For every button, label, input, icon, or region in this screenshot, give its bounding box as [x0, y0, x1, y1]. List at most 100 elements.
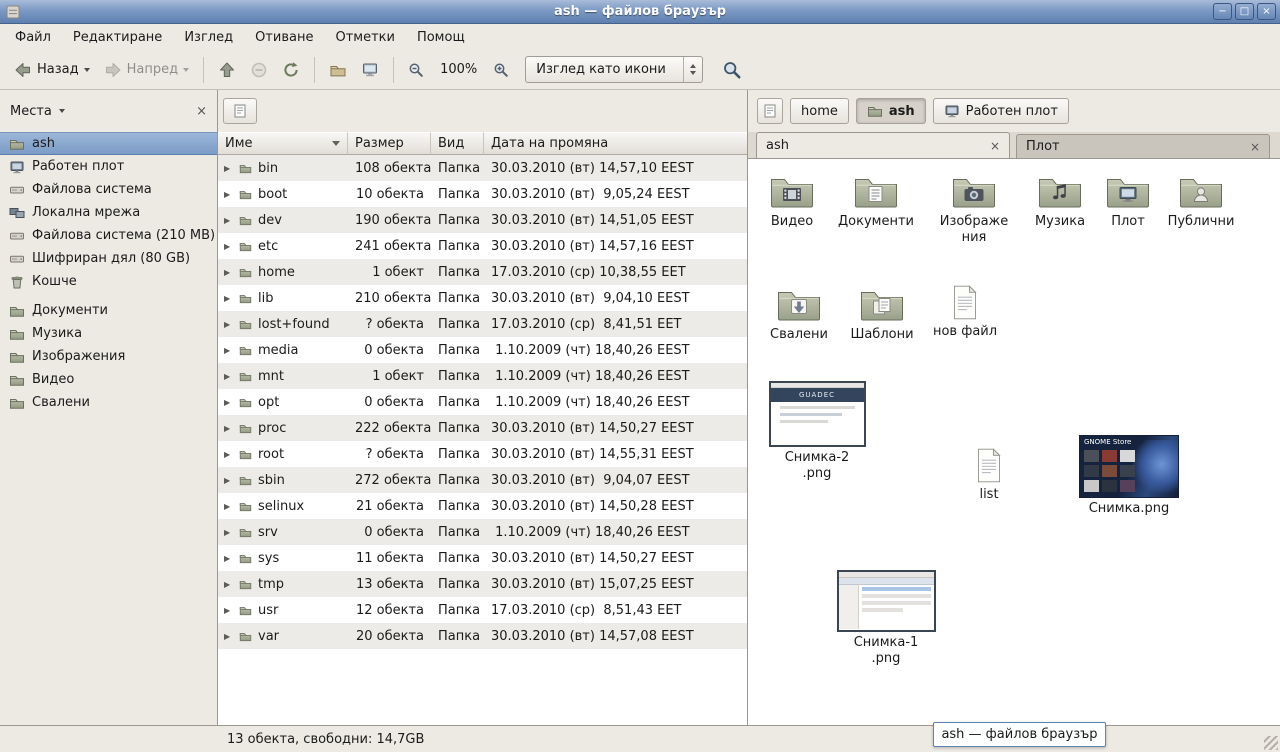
column-header-type[interactable]: Вид — [431, 132, 484, 155]
table-row[interactable]: ▶ mnt 1 обект Папка 1.10.2009 (чт) 18,40… — [218, 363, 747, 389]
view-mode-select[interactable]: Изглед като икони — [525, 56, 703, 83]
table-row[interactable]: ▶ bin 108 обекта Папка 30.03.2010 (вт) 1… — [218, 155, 747, 181]
expander-icon[interactable]: ▶ — [224, 398, 233, 407]
table-row[interactable]: ▶ usr 12 обекта Папка 17.03.2010 (ср) 8,… — [218, 597, 747, 623]
tab-plot[interactable]: Плот × — [1016, 134, 1270, 158]
close-tab-icon[interactable]: × — [1250, 140, 1260, 154]
breadcrumb-desktop[interactable]: Работен плот — [933, 98, 1069, 124]
column-header-date[interactable]: Дата на промяна — [484, 132, 747, 155]
sidebar-item[interactable]: Свалени — [0, 391, 217, 414]
resize-grip[interactable] — [1264, 736, 1278, 750]
expander-icon[interactable]: ▶ — [224, 320, 233, 329]
table-row[interactable]: ▶ dev 190 обекта Папка 30.03.2010 (вт) 1… — [218, 207, 747, 233]
location-toggle-button[interactable] — [223, 98, 257, 124]
table-row[interactable]: ▶ srv 0 обекта Папка 1.10.2009 (чт) 18,4… — [218, 519, 747, 545]
menu-bookmarks[interactable]: Отметки — [324, 27, 405, 48]
expander-icon[interactable]: ▶ — [224, 216, 233, 225]
up-button[interactable] — [212, 57, 242, 83]
stop-button[interactable] — [244, 57, 274, 83]
expander-icon[interactable]: ▶ — [224, 346, 233, 355]
tab-ash[interactable]: ash × — [756, 132, 1010, 158]
sidebar-item[interactable]: Изображения — [0, 345, 217, 368]
close-sidebar-button[interactable]: × — [196, 104, 207, 119]
menu-file[interactable]: Файл — [4, 27, 62, 48]
table-row[interactable]: ▶ tmp 13 обекта Папка 30.03.2010 (вт) 15… — [218, 571, 747, 597]
table-row[interactable]: ▶ lost+found ? обекта Папка 17.03.2010 (… — [218, 311, 747, 337]
back-history-dropdown-icon[interactable] — [84, 68, 90, 72]
icon-item-list[interactable]: list — [947, 447, 1031, 503]
table-row[interactable]: ▶ home 1 обект Папка 17.03.2010 (ср) 10,… — [218, 259, 747, 285]
sidebar-item[interactable]: ash — [0, 132, 217, 155]
icon-item-snimka[interactable]: GNOME Store Снимка.png — [1079, 435, 1179, 517]
icon-item-images[interactable]: Изображения — [932, 171, 1016, 245]
sidebar-item[interactable]: Файлова система — [0, 178, 217, 201]
menu-go[interactable]: Отиване — [244, 27, 324, 48]
expander-icon[interactable]: ▶ — [224, 632, 233, 641]
table-row[interactable]: ▶ sys 11 обекта Папка 30.03.2010 (вт) 14… — [218, 545, 747, 571]
forward-button[interactable]: Напред — [98, 57, 195, 83]
expander-icon[interactable]: ▶ — [224, 268, 233, 277]
breadcrumb-home[interactable]: home — [790, 98, 849, 124]
table-row[interactable]: ▶ selinux 21 обекта Папка 30.03.2010 (вт… — [218, 493, 747, 519]
column-header-name[interactable]: Име — [218, 132, 348, 155]
menu-edit[interactable]: Редактиране — [62, 27, 173, 48]
table-row[interactable]: ▶ boot 10 обекта Папка 30.03.2010 (вт) 9… — [218, 181, 747, 207]
search-button[interactable] — [719, 57, 745, 83]
expander-icon[interactable]: ▶ — [224, 372, 233, 381]
expander-icon[interactable]: ▶ — [224, 424, 233, 433]
menu-help[interactable]: Помощ — [406, 27, 476, 48]
sidebar-item[interactable]: Кошче — [0, 270, 217, 293]
sidebar-item[interactable]: Работен плот — [0, 155, 217, 178]
combo-spinner[interactable] — [683, 57, 702, 82]
reload-button[interactable] — [276, 57, 306, 83]
expander-icon[interactable]: ▶ — [224, 476, 233, 485]
expander-icon[interactable]: ▶ — [224, 606, 233, 615]
location-toggle-button[interactable] — [757, 98, 783, 124]
table-row[interactable]: ▶ proc 222 обекта Папка 30.03.2010 (вт) … — [218, 415, 747, 441]
table-row[interactable]: ▶ root ? обекта Папка 30.03.2010 (вт) 14… — [218, 441, 747, 467]
icon-item-downloads[interactable]: Свалени — [757, 284, 841, 343]
table-row[interactable]: ▶ media 0 обекта Папка 1.10.2009 (чт) 18… — [218, 337, 747, 363]
icon-item-documents[interactable]: Документи — [834, 171, 918, 230]
places-selector[interactable]: Места — [10, 104, 65, 119]
sidebar-item[interactable]: Документи — [0, 299, 217, 322]
column-header-size[interactable]: Размер — [348, 132, 431, 155]
expander-icon[interactable]: ▶ — [224, 164, 233, 173]
expander-icon[interactable]: ▶ — [224, 190, 233, 199]
sidebar-item[interactable]: Шифриран дял (80 GB) — [0, 247, 217, 270]
close-tab-icon[interactable]: × — [990, 139, 1000, 153]
close-button[interactable]: × — [1257, 3, 1276, 20]
expander-icon[interactable]: ▶ — [224, 528, 233, 537]
sidebar-item[interactable]: Видео — [0, 368, 217, 391]
home-folder-button[interactable] — [323, 57, 353, 83]
table-row[interactable]: ▶ opt 0 обекта Папка 1.10.2009 (чт) 18,4… — [218, 389, 747, 415]
breadcrumb-ash[interactable]: ash — [856, 98, 926, 124]
expander-icon[interactable]: ▶ — [224, 580, 233, 589]
expander-icon[interactable]: ▶ — [224, 294, 233, 303]
expander-icon[interactable]: ▶ — [224, 554, 233, 563]
table-row[interactable]: ▶ sbin 272 обекта Папка 30.03.2010 (вт) … — [218, 467, 747, 493]
expander-icon[interactable]: ▶ — [224, 502, 233, 511]
icon-item-desktop[interactable]: Плот — [1086, 171, 1170, 230]
icon-item-snimka2[interactable]: GUADEC Снимка-2.png — [767, 381, 867, 481]
icon-item-public[interactable]: Публични — [1159, 171, 1243, 230]
computer-button[interactable] — [355, 57, 385, 83]
icon-item-templates[interactable]: Шаблони — [840, 284, 924, 343]
sidebar-item[interactable]: Файлова система (210 MB) — [0, 224, 217, 247]
table-row[interactable]: ▶ lib 210 обекта Папка 30.03.2010 (вт) 9… — [218, 285, 747, 311]
zoom-in-button[interactable] — [487, 58, 515, 82]
menu-view[interactable]: Изглед — [173, 27, 244, 48]
expander-icon[interactable]: ▶ — [224, 242, 233, 251]
minimize-button[interactable]: − — [1213, 3, 1232, 20]
expander-icon[interactable]: ▶ — [224, 450, 233, 459]
table-row[interactable]: ▶ etc 241 обекта Папка 30.03.2010 (вт) 1… — [218, 233, 747, 259]
sidebar-item[interactable]: Музика — [0, 322, 217, 345]
icon-item-new-file[interactable]: нов файл — [923, 284, 1007, 340]
back-button[interactable]: Назад — [8, 57, 96, 83]
table-row[interactable]: ▶ var 20 обекта Папка 30.03.2010 (вт) 14… — [218, 623, 747, 649]
icon-item-snimka1[interactable]: Снимка-1.png — [836, 570, 936, 666]
maximize-button[interactable]: □ — [1235, 3, 1254, 20]
icon-item-video[interactable]: Видео — [750, 171, 834, 230]
sidebar-item[interactable]: Локална мрежа — [0, 201, 217, 224]
zoom-out-button[interactable] — [402, 58, 430, 82]
